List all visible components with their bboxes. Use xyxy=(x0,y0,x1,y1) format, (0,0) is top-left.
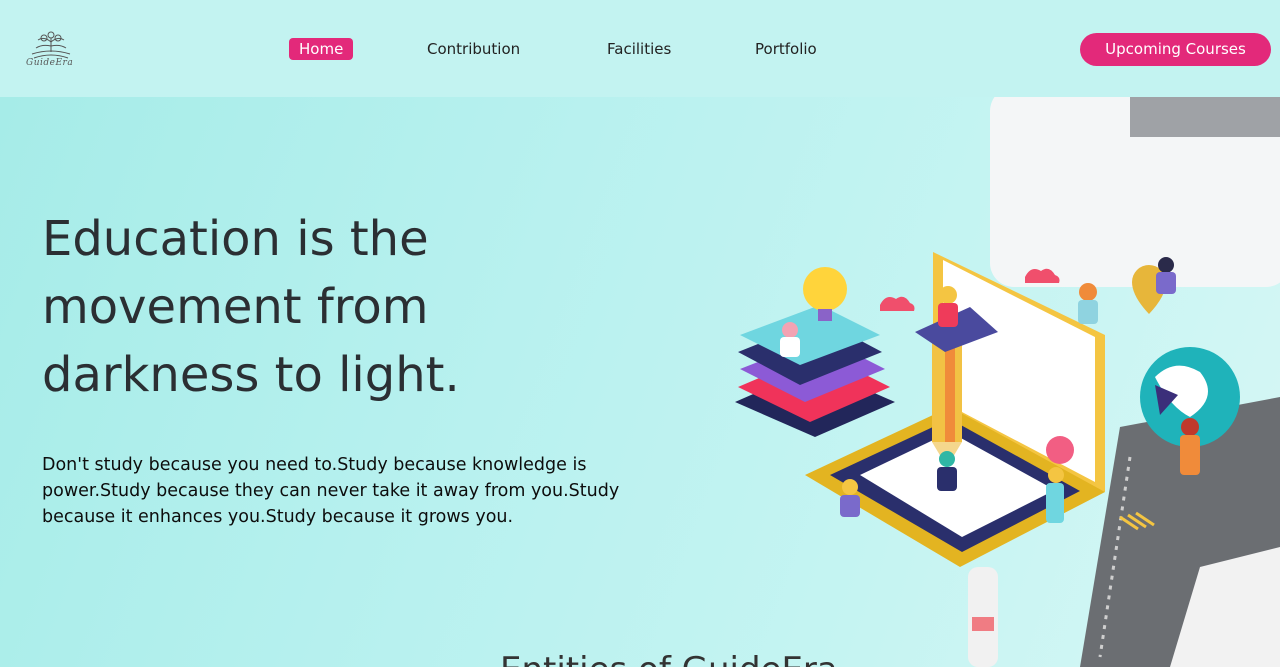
logo-text: GuideEra xyxy=(26,58,74,68)
hero-body-text: Don't study because you need to.Study be… xyxy=(42,455,620,527)
person-figure-icon xyxy=(1046,467,1064,523)
headline-line-1: Education is the xyxy=(42,211,429,267)
upcoming-courses-button[interactable]: Upcoming Courses xyxy=(1080,33,1271,66)
person-figure-icon xyxy=(1078,283,1098,324)
person-figure-icon xyxy=(937,451,957,491)
hero-section: Education is the movement from darkness … xyxy=(0,97,1280,667)
education-illustration xyxy=(735,97,1280,667)
person-figure-icon xyxy=(938,286,958,327)
cloud-icon xyxy=(880,296,915,311)
hero-headline: Education is the movement from darkness … xyxy=(42,205,602,409)
books-stack-icon xyxy=(735,267,895,437)
nav-home[interactable]: Home xyxy=(289,38,354,60)
top-navbar: GuideEra Home Contribution Facilities Po… xyxy=(0,0,1280,97)
person-figure-icon xyxy=(780,322,800,357)
person-figure-icon xyxy=(840,479,860,517)
chat-bubble-icon xyxy=(1046,436,1074,464)
laptop-background-icon xyxy=(990,97,1280,287)
headline-line-3: darkness to light. xyxy=(42,347,460,403)
person-figure-icon xyxy=(1156,257,1176,294)
person-figure-icon xyxy=(1180,418,1200,475)
nav-facilities[interactable]: Facilities xyxy=(607,38,671,60)
nav-contribution[interactable]: Contribution xyxy=(427,38,520,60)
lightbulb-icon xyxy=(803,267,847,311)
headline-line-2: movement from xyxy=(42,279,429,335)
nav-portfolio[interactable]: Portfolio xyxy=(755,38,817,60)
next-section-title: Entities of GuideEra xyxy=(500,650,838,667)
